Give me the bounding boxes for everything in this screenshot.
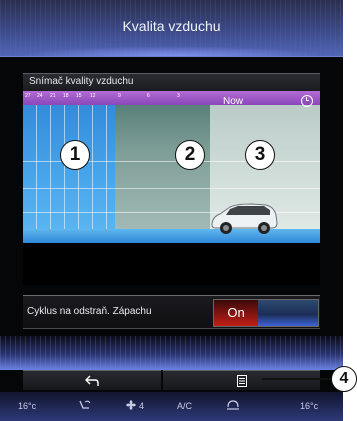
toggle-on-option[interactable]: On [214, 300, 258, 326]
zone-marker-1: 1 [60, 140, 90, 170]
menu-button[interactable] [163, 370, 320, 390]
temp-right[interactable]: 16°c [300, 401, 318, 411]
car-icon [211, 203, 278, 234]
panel-title: Snímač kvality vzduchu [29, 76, 134, 87]
air-quality-timeline: 27 24 21 18 15 12 9 6 3 Now 1 2 3 [23, 91, 320, 243]
timeline-tick: 6 [147, 93, 150, 99]
timeline-tick: 18 [63, 93, 69, 99]
callout-line [262, 378, 340, 380]
clock-icon [301, 95, 313, 107]
odor-cycle-label: Cyklus na odstraň. Zápachu [27, 306, 152, 317]
timeline-tick: 21 [50, 93, 56, 99]
back-arrow-icon [85, 375, 99, 386]
odor-cycle-setting-row[interactable]: Cyklus na odstraň. Zápachu On [23, 295, 320, 329]
toggle-off-option[interactable] [258, 300, 318, 326]
climate-status-bar: 16°c 4 A/C 16°c [0, 392, 343, 421]
now-label: Now [223, 96, 244, 107]
odor-cycle-toggle[interactable]: On [213, 299, 319, 327]
panel-header: Snímač kvality vzduchu [23, 73, 320, 92]
seat-airflow-icon[interactable] [78, 399, 92, 411]
empty-list-area [23, 243, 320, 285]
title-bar: Kvalita vzduchu [0, 0, 343, 57]
fan-level: 4 [139, 401, 145, 411]
recirculation-icon[interactable] [226, 399, 240, 411]
back-button[interactable] [23, 370, 161, 390]
timeline-tick: 15 [76, 93, 82, 99]
page-title: Kvalita vzduchu [122, 18, 221, 34]
timeline-tick: 24 [37, 93, 43, 99]
fan-icon[interactable] [126, 400, 136, 410]
timeline-tick: 12 [90, 93, 96, 99]
chart-gridline [23, 188, 320, 189]
menu-list-icon [236, 375, 247, 387]
zone-marker-3: 3 [245, 140, 275, 170]
ac-button[interactable]: A/C [177, 401, 192, 411]
timeline-tick-row: 27 24 21 18 15 12 9 6 3 [23, 91, 320, 105]
infotainment-screen: Kvalita vzduchu Snímač kvality vzduchu 2… [0, 0, 343, 421]
timeline-tick: 27 [25, 93, 31, 99]
zone-marker-2: 2 [175, 140, 205, 170]
timeline-tick: 9 [118, 93, 121, 99]
glow-bar [0, 336, 343, 370]
callout-marker-4: 4 [331, 366, 357, 392]
temp-left[interactable]: 16°c [18, 401, 36, 411]
timeline-tick: 3 [177, 93, 180, 99]
